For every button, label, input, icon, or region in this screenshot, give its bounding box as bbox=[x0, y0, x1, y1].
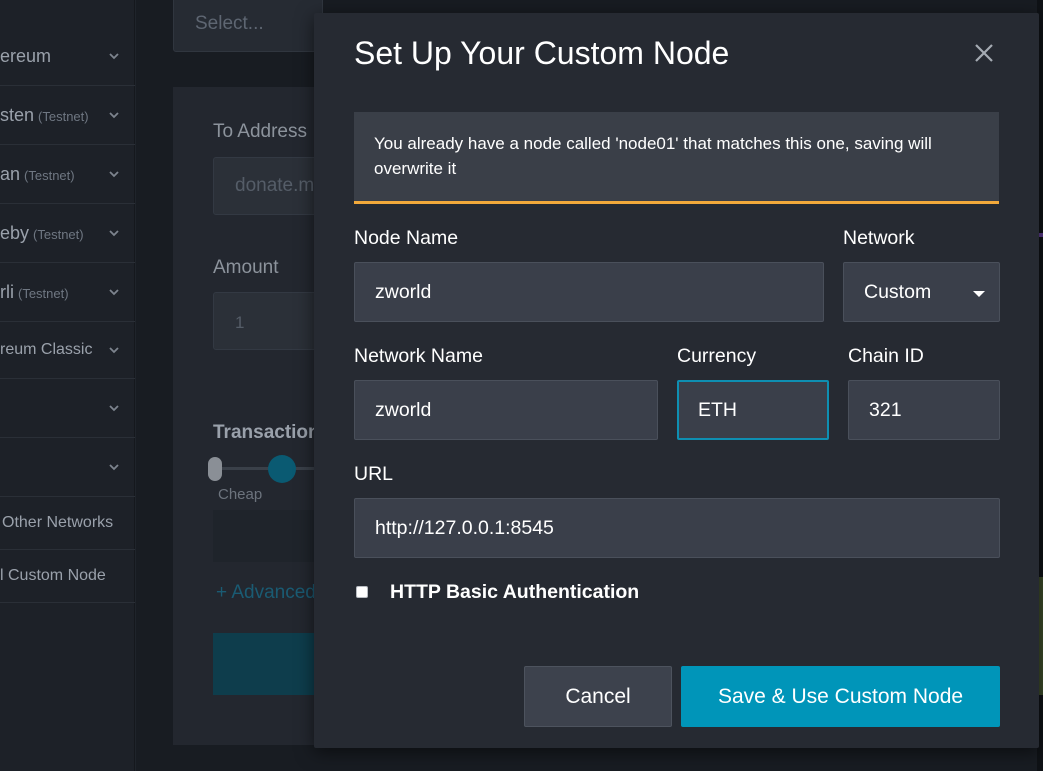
testnet-tag: (Testnet) bbox=[33, 226, 84, 242]
node-name-label: Node Name bbox=[354, 227, 459, 249]
amount-label: Amount bbox=[213, 257, 279, 278]
testnet-tag: (Testnet) bbox=[38, 108, 89, 124]
fee-slider-track[interactable] bbox=[215, 467, 315, 470]
chevron-down-icon bbox=[109, 464, 119, 471]
sidebar-item-add-custom-node[interactable]: l Custom Node bbox=[0, 550, 135, 603]
sidebar-item-ethereum[interactable]: ereum bbox=[0, 27, 135, 86]
sidebar-item-ethereum-classic[interactable]: reum Classic bbox=[0, 322, 135, 379]
chain-id-input[interactable]: 321 bbox=[848, 380, 1000, 440]
to-address-label: To Address bbox=[213, 121, 307, 142]
cheap-label: Cheap bbox=[218, 486, 263, 503]
network-name-label: Network Name bbox=[354, 345, 483, 367]
network-select[interactable]: Select... bbox=[173, 0, 323, 52]
network-name-input[interactable]: zworld bbox=[354, 380, 658, 440]
chevron-down-icon bbox=[109, 53, 119, 60]
sidebar-item-label: ereum bbox=[0, 45, 52, 66]
sidebar-item-label: reum Classic bbox=[0, 341, 93, 358]
url-input[interactable]: http://127.0.0.1:8545 bbox=[354, 498, 1000, 558]
sidebar-item-label: an bbox=[0, 163, 21, 184]
node-name-input[interactable]: zworld bbox=[354, 262, 824, 322]
advanced-link[interactable]: + Advanced bbox=[216, 582, 316, 604]
amount-placeholder: 1 bbox=[235, 313, 245, 332]
modal-title: Set Up Your Custom Node bbox=[354, 35, 730, 71]
cancel-button[interactable]: Cancel bbox=[524, 666, 672, 727]
to-address-placeholder: donate.m bbox=[235, 175, 315, 196]
amount-input[interactable]: 1 bbox=[213, 292, 323, 350]
custom-node-modal: Set Up Your Custom Node You already have… bbox=[314, 13, 1039, 748]
to-address-input[interactable]: donate.m bbox=[213, 157, 323, 215]
fee-display bbox=[213, 510, 323, 562]
sidebar-item-blank-2[interactable] bbox=[0, 438, 135, 497]
currency-value: ETH bbox=[698, 398, 737, 421]
chevron-down-icon bbox=[109, 112, 119, 119]
chain-id-label: Chain ID bbox=[848, 345, 924, 367]
currency-input[interactable]: ETH bbox=[677, 380, 829, 440]
sidebar-item-other-networks[interactable]: Other Networks bbox=[0, 497, 135, 550]
chevron-down-icon bbox=[109, 230, 119, 237]
duplicate-node-warning: You already have a node called 'node01' … bbox=[354, 112, 999, 204]
transaction-fee-label: Transaction bbox=[213, 422, 320, 443]
url-label: URL bbox=[354, 463, 394, 485]
chevron-down-icon bbox=[109, 405, 119, 412]
sidebar-item-blank-1[interactable] bbox=[0, 379, 135, 438]
sidebar-item-label: l Custom Node bbox=[0, 567, 106, 584]
currency-label: Currency bbox=[677, 345, 757, 367]
sidebar-item-ropsten[interactable]: sten (Testnet) bbox=[0, 86, 135, 145]
save-custom-node-button[interactable]: Save & Use Custom Node bbox=[681, 666, 1000, 727]
sidebar-item-kovan[interactable]: an (Testnet) bbox=[0, 145, 135, 204]
sidebar-item-goerli[interactable]: rli (Testnet) bbox=[0, 263, 135, 322]
network-select[interactable]: Custom bbox=[843, 262, 1000, 322]
testnet-tag: (Testnet) bbox=[24, 167, 75, 183]
dropdown-caret-icon bbox=[973, 291, 985, 297]
url-value: http://127.0.0.1:8545 bbox=[375, 516, 554, 539]
chevron-down-icon bbox=[109, 171, 119, 178]
send-button[interactable] bbox=[213, 633, 323, 695]
select-placeholder: Select... bbox=[195, 13, 264, 34]
node-name-value: zworld bbox=[375, 280, 432, 303]
sidebar-item-label: rli bbox=[0, 281, 14, 302]
sidebar-item-label: eby bbox=[0, 222, 30, 243]
chevron-down-icon bbox=[109, 289, 119, 296]
fee-slider-handle[interactable] bbox=[268, 455, 296, 483]
network-label: Network bbox=[843, 227, 915, 249]
testnet-tag: (Testnet) bbox=[18, 285, 69, 301]
close-icon[interactable] bbox=[971, 40, 997, 66]
chain-id-value: 321 bbox=[869, 398, 902, 421]
chevron-down-icon bbox=[109, 347, 119, 354]
sidebar-item-rinkeby[interactable]: eby (Testnet) bbox=[0, 204, 135, 263]
sidebar-item-label: Other Networks bbox=[2, 514, 114, 531]
sidebar-item-label: sten bbox=[0, 104, 35, 125]
http-auth-checkbox[interactable] bbox=[356, 586, 368, 598]
fee-slider-min bbox=[208, 457, 222, 481]
network-sidebar: ereum sten (Testnet) an (Testnet) eby (Test… bbox=[0, 0, 135, 771]
http-auth-label[interactable]: HTTP Basic Authentication bbox=[390, 581, 639, 604]
network-name-value: zworld bbox=[375, 398, 432, 421]
network-select-value: Custom bbox=[864, 280, 932, 303]
